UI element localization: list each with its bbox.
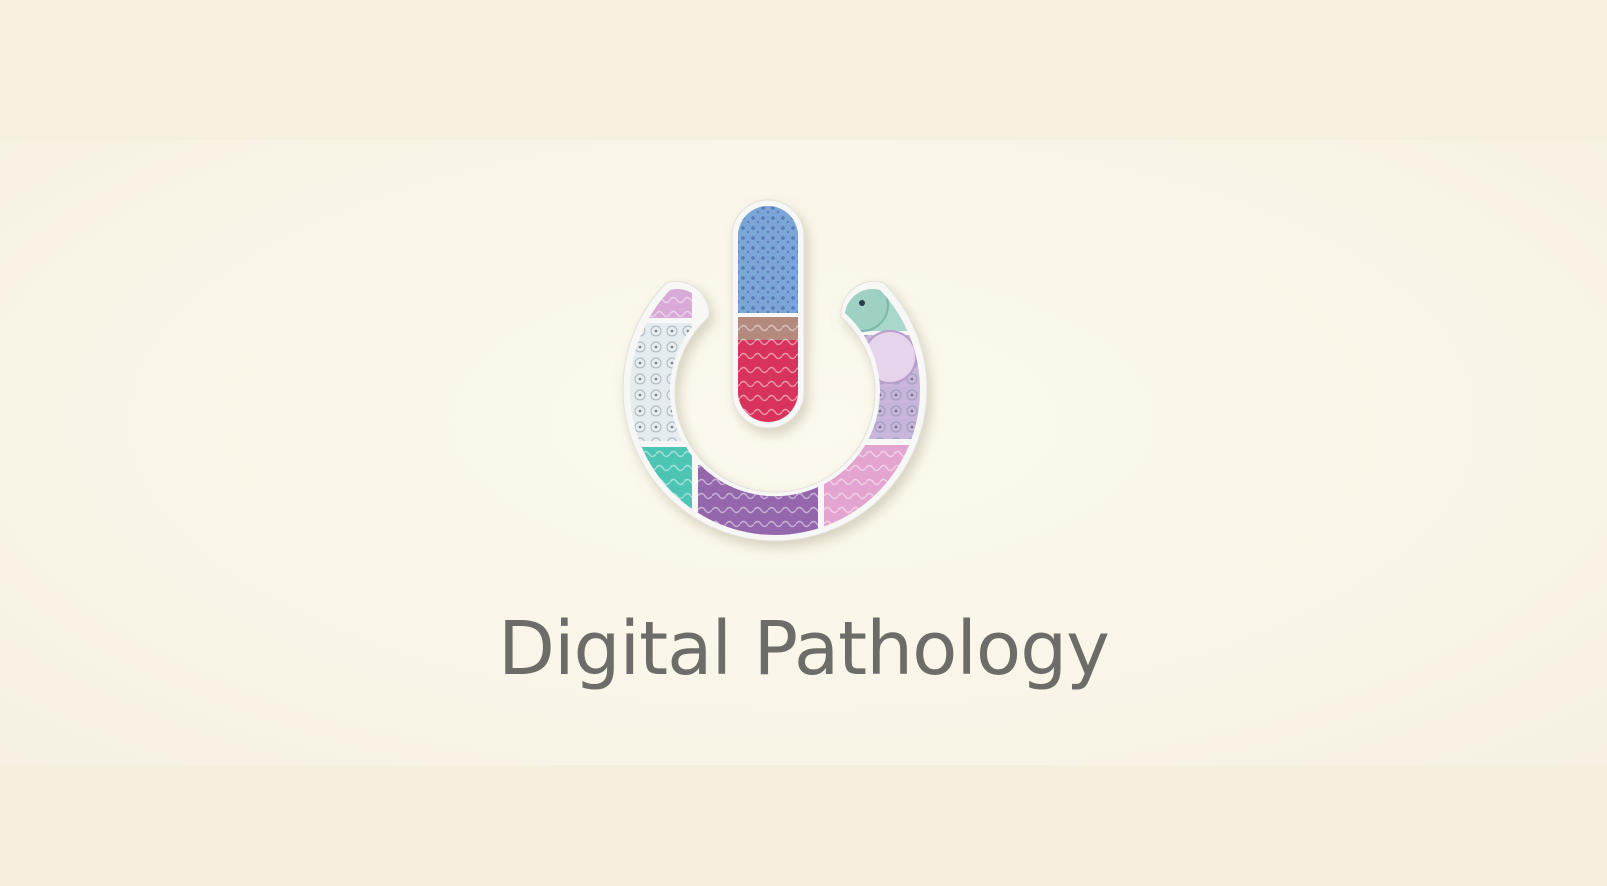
- page-title: Digital Pathology: [498, 606, 1110, 692]
- power-logo: [600, 195, 960, 580]
- power-button-icon: [622, 199, 928, 542]
- bottom-band: [0, 765, 1607, 886]
- top-band: [0, 0, 1607, 140]
